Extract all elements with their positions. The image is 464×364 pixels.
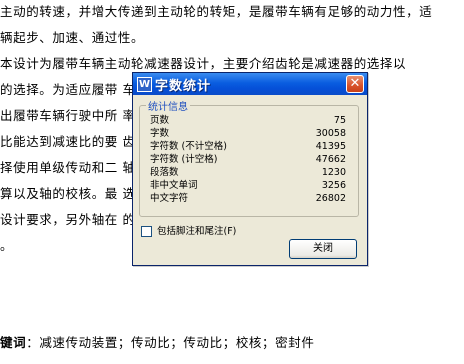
dialog-title: 字数统计 (155, 79, 212, 94)
stat-value: 1230 (321, 167, 346, 178)
doc-line-3: 本设计为履带车辆主动轮减速器设计，主要介绍齿轮是减速器的选择以 (0, 56, 407, 71)
stat-label: 字符数 (不计空格) (150, 141, 227, 152)
stat-row-words: 字数 30058 (150, 128, 354, 139)
close-button[interactable]: 关闭 (289, 239, 357, 259)
stat-value: 47662 (315, 154, 346, 165)
include-footnotes-label[interactable]: 包括脚注和尾注(F) (157, 225, 236, 238)
word-app-icon: W (137, 77, 152, 92)
stat-value: 75 (333, 115, 346, 126)
keywords-line: 键词：减速传动装置；传动比；传动比；校核；密封件 (0, 335, 314, 351)
keywords-text: 减速传动装置；传动比；传动比；校核；密封件 (39, 335, 315, 350)
doc-line-10: 。 (0, 238, 14, 253)
close-icon[interactable]: ✕ (346, 75, 364, 93)
include-footnotes-checkbox[interactable] (141, 226, 152, 237)
stat-label: 中文字符 (150, 193, 189, 204)
stat-row-paragraphs: 段落数 1230 (150, 167, 354, 178)
stat-row-non-chinese-words: 非中文单词 3256 (150, 180, 354, 191)
doc-line-2: 辆起步、加速、通过性。 (0, 30, 145, 45)
stat-value: 41395 (315, 141, 346, 152)
stat-row-chars-with-spaces: 字符数 (计空格) 47662 (150, 154, 354, 165)
stat-label: 字数 (150, 128, 170, 139)
stat-row-chinese-chars: 中文字符 26802 (150, 193, 354, 204)
stat-value: 26802 (315, 193, 346, 204)
stat-label: 段落数 (150, 167, 179, 178)
stat-value: 30058 (315, 128, 346, 139)
stat-label: 页数 (150, 115, 170, 126)
word-count-dialog: W 字数统计 ✕ 统计信息 页数 75 字数 30058 字符数 (不计空格) … (132, 72, 368, 266)
stat-row-chars-no-spaces: 字符数 (不计空格) 41395 (150, 141, 354, 152)
stat-label: 字符数 (计空格) (150, 154, 218, 165)
keywords-label: 键词 (0, 335, 27, 350)
dialog-titlebar[interactable]: W 字数统计 ✕ (133, 73, 367, 95)
include-footnotes-option[interactable]: 包括脚注和尾注(F) (141, 225, 341, 239)
statistics-group-title: 统计信息 (146, 98, 190, 113)
statistics-group: 统计信息 页数 75 字数 30058 字符数 (不计空格) 41395 字符数… (139, 98, 359, 217)
stat-row-pages: 页数 75 (150, 115, 354, 126)
stat-value: 3256 (321, 180, 346, 191)
doc-line-1: 主动的转速，并增大传递到主动轮的转矩，是履带车辆有足够的动力性，适 (0, 4, 433, 19)
stat-label: 非中文单词 (150, 180, 198, 191)
keywords-separator: ： (26, 335, 40, 350)
